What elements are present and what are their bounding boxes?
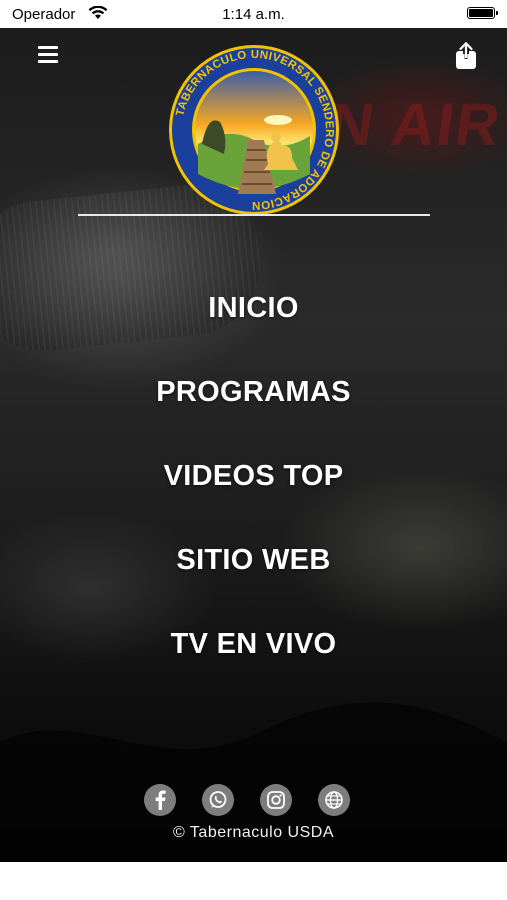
menu-item-videos-top[interactable]: VIDEOS TOP: [0, 454, 507, 538]
background-on-air-sign: N AIR: [325, 91, 506, 158]
menu-item-inicio[interactable]: INICIO: [0, 286, 507, 370]
app-screen: N AIR TABERNACULO UNIVERSAL SENDERO DE A…: [0, 28, 507, 862]
battery-icon: [467, 7, 498, 19]
clock: 1:14 a.m.: [222, 6, 285, 23]
church-logo: TABERNACULO UNIVERSAL SENDERO DE ADORACI…: [169, 45, 339, 215]
globe-icon[interactable]: [318, 784, 350, 816]
share-icon[interactable]: [455, 42, 477, 70]
hamburger-menu-icon[interactable]: [38, 46, 58, 64]
copyright-footer: © Tabernaculo USDA: [172, 824, 334, 841]
facebook-icon[interactable]: [144, 784, 176, 816]
instagram-icon[interactable]: [260, 784, 292, 816]
header-divider: [78, 214, 430, 216]
main-menu: INICIO PROGRAMAS VIDEOS TOP SITIO WEB TV…: [0, 286, 507, 706]
menu-item-sitio-web[interactable]: SITIO WEB: [0, 538, 507, 622]
menu-item-tv-en-vivo[interactable]: TV EN VIVO: [0, 622, 507, 706]
whatsapp-icon[interactable]: [202, 784, 234, 816]
bottom-area: [0, 862, 507, 900]
social-links: [0, 784, 507, 816]
status-bar: Operador 1:14 a.m.: [0, 0, 507, 28]
menu-item-programas[interactable]: PROGRAMAS: [0, 370, 507, 454]
